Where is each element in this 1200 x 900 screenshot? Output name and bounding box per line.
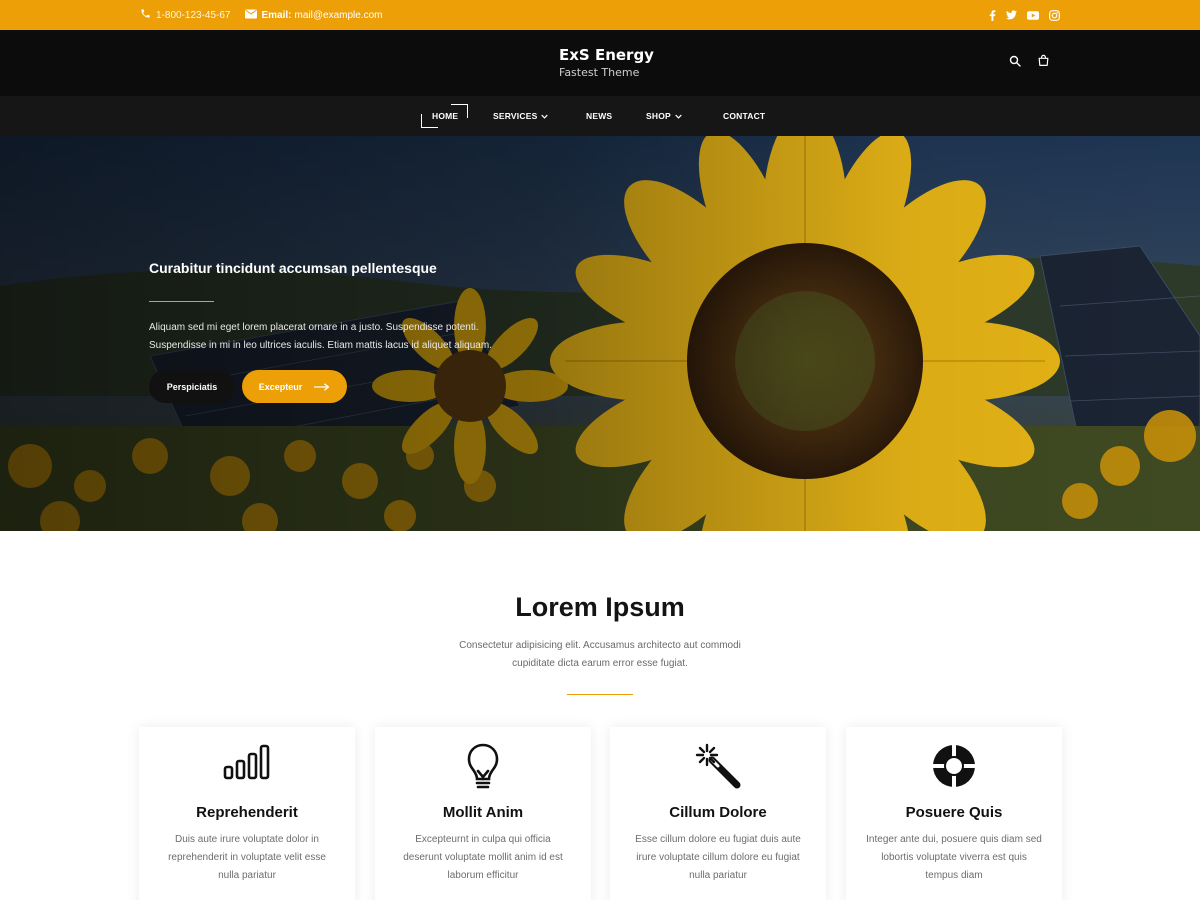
- site-header: ExS Energy Fastest Theme: [0, 30, 1200, 96]
- nav-item-services[interactable]: SERVICES: [493, 96, 549, 136]
- arrow-right-icon: [314, 382, 330, 391]
- main-navigation: HOME SERVICES NEWS SHOP CONTACT: [0, 96, 1200, 136]
- site-brand[interactable]: ExS Energy Fastest Theme: [559, 46, 654, 79]
- feature-card-text: Esse cillum dolore eu fugiat duis aute i…: [635, 834, 801, 881]
- phone-icon: [140, 8, 156, 22]
- hero-slider: Curabitur tincidunt accumsan pellentesqu…: [0, 136, 1200, 531]
- hero-text: Aliquam sed mi eget lorem placerat ornar…: [149, 322, 492, 351]
- instagram-icon[interactable]: [1049, 9, 1060, 21]
- section-text: Consectetur adipisicing elit. Accusamus …: [459, 640, 741, 669]
- search-icon[interactable]: [1009, 55, 1021, 67]
- nav-item-home-label: HOME: [432, 111, 459, 121]
- phone-contact[interactable]: 1-800-123-45-67: [140, 8, 231, 22]
- site-name: ExS Energy: [559, 46, 654, 64]
- feature-card[interactable]: Posuere Quis Integer ante dui, posuere q…: [846, 727, 1062, 900]
- nav-item-shop[interactable]: SHOP: [646, 96, 682, 136]
- email-label: Email:: [261, 9, 292, 21]
- hero-title: Curabitur tincidunt accumsan pellentesqu…: [149, 260, 437, 276]
- hero-primary-button-label: Perspiciatis: [166, 381, 218, 392]
- section-title: Lorem Ipsum: [515, 592, 685, 622]
- email-contact[interactable]: Email: mail@example.com: [244, 9, 383, 22]
- email-address: mail@example.com: [294, 9, 383, 21]
- nav-item-contact[interactable]: CONTACT: [723, 96, 765, 136]
- contact-info: 1-800-123-45-67 Email: mail@example.com: [140, 0, 396, 30]
- feature-card[interactable]: Reprehenderit Duis aute irure voluptate …: [139, 727, 355, 900]
- section-divider: [567, 694, 633, 695]
- nav-item-home[interactable]: HOME: [432, 96, 458, 136]
- top-bar: 1-800-123-45-67 Email: mail@example.com: [0, 0, 1200, 30]
- feature-card-title: Cillum Dolore: [669, 804, 767, 821]
- feature-card-text: Duis aute irure voluptate dolor in repre…: [168, 834, 326, 881]
- magic-wand-icon: [610, 743, 826, 789]
- feature-card-title: Reprehenderit: [196, 804, 298, 821]
- lightbulb-icon: [375, 743, 591, 791]
- hero-secondary-button[interactable]: Excepteur: [242, 370, 347, 403]
- hero-secondary-button-label: Excepteur: [258, 381, 303, 392]
- phone-number: 1-800-123-45-67: [156, 9, 231, 21]
- nav-item-news-label: NEWS: [586, 111, 613, 121]
- lifebuoy-icon: [846, 743, 1062, 789]
- site-tagline: Fastest Theme: [559, 66, 640, 79]
- feature-card-title: Posuere Quis: [905, 804, 1003, 821]
- header-tools: [993, 54, 1050, 67]
- hero-primary-button[interactable]: Perspiciatis: [149, 370, 235, 403]
- mail-icon: [244, 9, 262, 22]
- chevron-down-icon: [675, 114, 682, 119]
- chevron-down-icon: [541, 114, 549, 119]
- youtube-icon[interactable]: [1027, 10, 1039, 20]
- social-links: [979, 0, 1060, 30]
- twitter-icon[interactable]: [1006, 10, 1017, 20]
- signal-bars-icon: [139, 743, 355, 781]
- hero-divider: [149, 301, 214, 302]
- feature-card-title: Mollit Anim: [442, 804, 524, 821]
- nav-item-contact-label: CONTACT: [723, 111, 766, 121]
- feature-card[interactable]: Mollit Anim Excepteurnt in culpa qui off…: [375, 727, 591, 900]
- nav-item-services-label: SERVICES: [493, 111, 538, 121]
- feature-card-text: Integer ante dui, posuere quis diam sed …: [866, 834, 1042, 881]
- feature-card-text: Excepteurnt in culpa qui officia deserun…: [403, 834, 563, 881]
- nav-item-shop-label: SHOP: [646, 111, 671, 121]
- shopping-bag-icon[interactable]: [1037, 54, 1050, 67]
- facebook-icon[interactable]: [989, 9, 996, 21]
- nav-item-news[interactable]: NEWS: [586, 96, 612, 136]
- feature-card[interactable]: Cillum Dolore Esse cillum dolore eu fugi…: [610, 727, 826, 900]
